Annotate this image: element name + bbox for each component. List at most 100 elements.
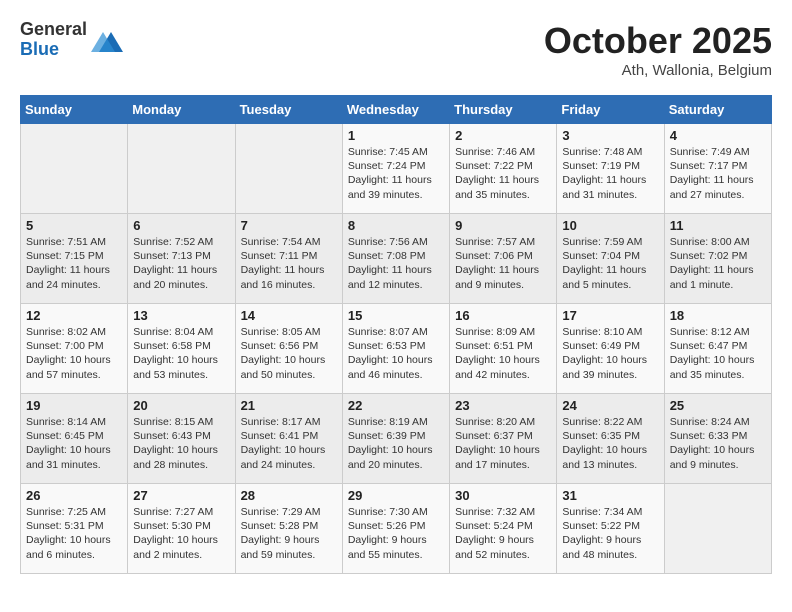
cell-info: Sunrise: 8:02 AM Sunset: 7:00 PM Dayligh… [26, 325, 122, 382]
calendar-cell: 12 Sunrise: 8:02 AM Sunset: 7:00 PM Dayli… [21, 304, 128, 394]
day-number: 11 [670, 218, 766, 233]
day-number: 19 [26, 398, 122, 413]
logo-blue: Blue [20, 40, 87, 60]
cell-info: Sunrise: 7:57 AM Sunset: 7:06 PM Dayligh… [455, 235, 551, 292]
day-number: 26 [26, 488, 122, 503]
cell-info: Sunrise: 7:27 AM Sunset: 5:30 PM Dayligh… [133, 505, 229, 562]
cell-info: Sunrise: 8:19 AM Sunset: 6:39 PM Dayligh… [348, 415, 444, 472]
day-number: 28 [241, 488, 337, 503]
cell-info: Sunrise: 8:15 AM Sunset: 6:43 PM Dayligh… [133, 415, 229, 472]
header-tuesday: Tuesday [235, 96, 342, 124]
calendar-cell: 11 Sunrise: 8:00 AM Sunset: 7:02 PM Dayli… [664, 214, 771, 304]
week-row-1: 1 Sunrise: 7:45 AM Sunset: 7:24 PM Daylig… [21, 124, 772, 214]
day-number: 9 [455, 218, 551, 233]
calendar-cell: 22 Sunrise: 8:19 AM Sunset: 6:39 PM Dayli… [342, 394, 449, 484]
calendar-cell: 2 Sunrise: 7:46 AM Sunset: 7:22 PM Daylig… [450, 124, 557, 214]
day-number: 21 [241, 398, 337, 413]
week-row-5: 26Sunrise: 7:25 AM Sunset: 5:31 PM Dayli… [21, 484, 772, 574]
logo-text: General Blue [20, 20, 87, 60]
cell-info: Sunrise: 7:52 AM Sunset: 7:13 PM Dayligh… [133, 235, 229, 292]
calendar-cell: 7 Sunrise: 7:54 AM Sunset: 7:11 PM Daylig… [235, 214, 342, 304]
calendar-cell: 4Sunrise: 7:49 AM Sunset: 7:17 PM Daylig… [664, 124, 771, 214]
day-number: 20 [133, 398, 229, 413]
month-title: October 2025 [544, 20, 772, 62]
day-number: 29 [348, 488, 444, 503]
cell-info: Sunrise: 7:46 AM Sunset: 7:22 PM Dayligh… [455, 145, 551, 202]
header-row: SundayMondayTuesdayWednesdayThursdayFrid… [21, 96, 772, 124]
cell-info: Sunrise: 7:59 AM Sunset: 7:04 PM Dayligh… [562, 235, 658, 292]
cell-info: Sunrise: 8:17 AM Sunset: 6:41 PM Dayligh… [241, 415, 337, 472]
day-number: 25 [670, 398, 766, 413]
cell-info: Sunrise: 7:30 AM Sunset: 5:26 PM Dayligh… [348, 505, 444, 562]
day-number: 6 [133, 218, 229, 233]
day-number: 2 [455, 128, 551, 143]
calendar-cell [664, 484, 771, 574]
day-number: 22 [348, 398, 444, 413]
header-saturday: Saturday [664, 96, 771, 124]
calendar-cell: 19 Sunrise: 8:14 AM Sunset: 6:45 PM Dayli… [21, 394, 128, 484]
calendar-cell: 29 Sunrise: 7:30 AM Sunset: 5:26 PM Dayli… [342, 484, 449, 574]
calendar-cell: 16Sunrise: 8:09 AM Sunset: 6:51 PM Dayli… [450, 304, 557, 394]
day-number: 14 [241, 308, 337, 323]
header-monday: Monday [128, 96, 235, 124]
calendar-cell: 30Sunrise: 7:32 AM Sunset: 5:24 PM Dayli… [450, 484, 557, 574]
calendar-cell: 31 Sunrise: 7:34 AM Sunset: 5:22 PM Dayli… [557, 484, 664, 574]
calendar-cell: 13Sunrise: 8:04 AM Sunset: 6:58 PM Dayli… [128, 304, 235, 394]
cell-info: Sunrise: 8:05 AM Sunset: 6:56 PM Dayligh… [241, 325, 337, 382]
cell-info: Sunrise: 8:24 AM Sunset: 6:33 PM Dayligh… [670, 415, 766, 472]
cell-info: Sunrise: 7:56 AM Sunset: 7:08 PM Dayligh… [348, 235, 444, 292]
week-row-2: 5 Sunrise: 7:51 AM Sunset: 7:15 PM Daylig… [21, 214, 772, 304]
day-number: 15 [348, 308, 444, 323]
location: Ath, Wallonia, Belgium [544, 62, 772, 79]
week-row-4: 19 Sunrise: 8:14 AM Sunset: 6:45 PM Dayli… [21, 394, 772, 484]
cell-info: Sunrise: 8:22 AM Sunset: 6:35 PM Dayligh… [562, 415, 658, 472]
calendar-cell: 21 Sunrise: 8:17 AM Sunset: 6:41 PM Dayli… [235, 394, 342, 484]
day-number: 18 [670, 308, 766, 323]
title-block: October 2025 Ath, Wallonia, Belgium [544, 20, 772, 79]
calendar-cell: 3Sunrise: 7:48 AM Sunset: 7:19 PM Daylig… [557, 124, 664, 214]
cell-info: Sunrise: 8:20 AM Sunset: 6:37 PM Dayligh… [455, 415, 551, 472]
calendar-cell: 17Sunrise: 8:10 AM Sunset: 6:49 PM Dayli… [557, 304, 664, 394]
day-number: 5 [26, 218, 122, 233]
cell-info: Sunrise: 7:29 AM Sunset: 5:28 PM Dayligh… [241, 505, 337, 562]
day-number: 23 [455, 398, 551, 413]
cell-info: Sunrise: 7:34 AM Sunset: 5:22 PM Dayligh… [562, 505, 658, 562]
calendar-cell: 1 Sunrise: 7:45 AM Sunset: 7:24 PM Daylig… [342, 124, 449, 214]
calendar-table: SundayMondayTuesdayWednesdayThursdayFrid… [20, 95, 772, 574]
header-sunday: Sunday [21, 96, 128, 124]
calendar-cell [235, 124, 342, 214]
calendar-body: 1 Sunrise: 7:45 AM Sunset: 7:24 PM Daylig… [21, 124, 772, 574]
calendar-cell: 6 Sunrise: 7:52 AM Sunset: 7:13 PM Daylig… [128, 214, 235, 304]
calendar-cell: 8 Sunrise: 7:56 AM Sunset: 7:08 PM Daylig… [342, 214, 449, 304]
calendar-cell: 10 Sunrise: 7:59 AM Sunset: 7:04 PM Dayli… [557, 214, 664, 304]
calendar-cell: 27Sunrise: 7:27 AM Sunset: 5:30 PM Dayli… [128, 484, 235, 574]
day-number: 17 [562, 308, 658, 323]
day-number: 3 [562, 128, 658, 143]
cell-info: Sunrise: 7:49 AM Sunset: 7:17 PM Dayligh… [670, 145, 766, 202]
day-number: 13 [133, 308, 229, 323]
day-number: 1 [348, 128, 444, 143]
day-number: 7 [241, 218, 337, 233]
day-number: 24 [562, 398, 658, 413]
calendar-cell: 25 Sunrise: 8:24 AM Sunset: 6:33 PM Dayli… [664, 394, 771, 484]
cell-info: Sunrise: 8:14 AM Sunset: 6:45 PM Dayligh… [26, 415, 122, 472]
calendar-cell: 28 Sunrise: 7:29 AM Sunset: 5:28 PM Dayli… [235, 484, 342, 574]
day-number: 16 [455, 308, 551, 323]
header-wednesday: Wednesday [342, 96, 449, 124]
cell-info: Sunrise: 8:07 AM Sunset: 6:53 PM Dayligh… [348, 325, 444, 382]
cell-info: Sunrise: 8:00 AM Sunset: 7:02 PM Dayligh… [670, 235, 766, 292]
day-number: 10 [562, 218, 658, 233]
cell-info: Sunrise: 7:45 AM Sunset: 7:24 PM Dayligh… [348, 145, 444, 202]
day-number: 31 [562, 488, 658, 503]
day-number: 12 [26, 308, 122, 323]
calendar-cell: 26Sunrise: 7:25 AM Sunset: 5:31 PM Dayli… [21, 484, 128, 574]
calendar-cell: 24 Sunrise: 8:22 AM Sunset: 6:35 PM Dayli… [557, 394, 664, 484]
calendar-cell [128, 124, 235, 214]
calendar-cell: 15 Sunrise: 8:07 AM Sunset: 6:53 PM Dayli… [342, 304, 449, 394]
day-number: 8 [348, 218, 444, 233]
cell-info: Sunrise: 7:51 AM Sunset: 7:15 PM Dayligh… [26, 235, 122, 292]
cell-info: Sunrise: 7:54 AM Sunset: 7:11 PM Dayligh… [241, 235, 337, 292]
cell-info: Sunrise: 8:12 AM Sunset: 6:47 PM Dayligh… [670, 325, 766, 382]
logo-general: General [20, 20, 87, 40]
calendar-cell: 18 Sunrise: 8:12 AM Sunset: 6:47 PM Dayli… [664, 304, 771, 394]
